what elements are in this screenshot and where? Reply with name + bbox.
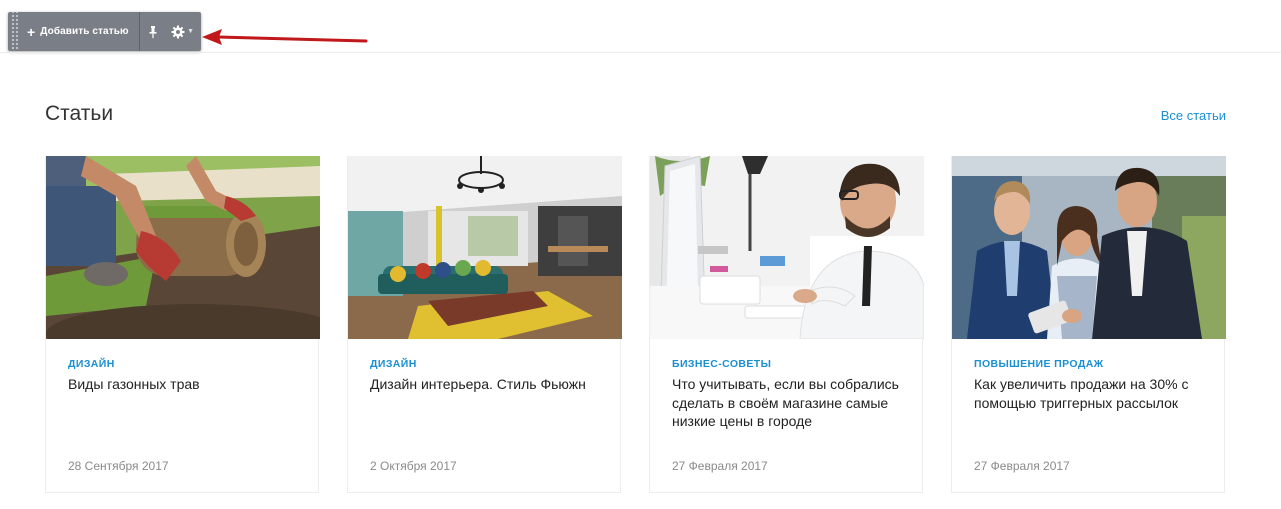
article-category[interactable]: ДИЗАЙН bbox=[68, 358, 296, 370]
lawn-turf-photo bbox=[46, 156, 320, 339]
chevron-down-icon: ▼ bbox=[187, 28, 195, 35]
article-date: 27 Февраля 2017 bbox=[672, 459, 768, 473]
plus-icon: + bbox=[27, 23, 36, 40]
interior-room-photo bbox=[348, 156, 622, 339]
article-category[interactable]: ДИЗАЙН bbox=[370, 358, 598, 370]
section-title: Статьи bbox=[45, 102, 114, 125]
article-card[interactable]: ПОВЫШЕНИЕ ПРОДАЖ Как увеличить продажи н… bbox=[951, 156, 1226, 493]
article-card[interactable]: БИЗНЕС-СОВЕТЫ Что учитывать, если вы соб… bbox=[649, 156, 924, 493]
settings-button[interactable]: ▼ bbox=[166, 12, 200, 51]
gear-icon bbox=[171, 25, 185, 38]
article-image[interactable] bbox=[348, 156, 622, 339]
articles-list: ДИЗАЙН Виды газонных трав 28 Сентября 20… bbox=[45, 156, 1226, 493]
drag-handle[interactable] bbox=[11, 12, 19, 51]
article-card[interactable]: ДИЗАЙН Дизайн интерьера. Стиль Фьюжн 2 О… bbox=[347, 156, 622, 493]
article-image[interactable] bbox=[650, 156, 924, 339]
article-title[interactable]: Виды газонных трав bbox=[68, 375, 296, 394]
article-title[interactable]: Как увеличить продажи на 30% с помощью т… bbox=[974, 375, 1202, 412]
article-category[interactable]: ПОВЫШЕНИЕ ПРОДАЖ bbox=[974, 358, 1202, 370]
add-article-button[interactable]: + Добавить статью bbox=[19, 12, 140, 51]
annotation-arrow-icon bbox=[202, 29, 368, 45]
article-date: 2 Октября 2017 bbox=[370, 459, 457, 473]
pin-button[interactable] bbox=[140, 12, 166, 51]
article-image[interactable] bbox=[46, 156, 320, 339]
man-at-computer-photo bbox=[650, 156, 924, 339]
article-card[interactable]: ДИЗАЙН Виды газонных трав 28 Сентября 20… bbox=[45, 156, 320, 493]
article-title[interactable]: Что учитывать, если вы собрались сделать… bbox=[672, 375, 900, 431]
top-divider bbox=[0, 52, 1281, 53]
add-article-label: Добавить статью bbox=[40, 26, 129, 37]
article-image[interactable] bbox=[952, 156, 1226, 339]
article-category[interactable]: БИЗНЕС-СОВЕТЫ bbox=[672, 358, 900, 370]
article-date: 28 Сентября 2017 bbox=[68, 459, 169, 473]
pin-icon bbox=[149, 25, 157, 38]
article-title[interactable]: Дизайн интерьера. Стиль Фьюжн bbox=[370, 375, 598, 394]
admin-toolbar: + Добавить статью ▼ bbox=[8, 12, 201, 51]
business-people-photo bbox=[952, 156, 1226, 339]
article-date: 27 Февраля 2017 bbox=[974, 459, 1070, 473]
all-articles-link[interactable]: Все статьи bbox=[1161, 108, 1226, 123]
